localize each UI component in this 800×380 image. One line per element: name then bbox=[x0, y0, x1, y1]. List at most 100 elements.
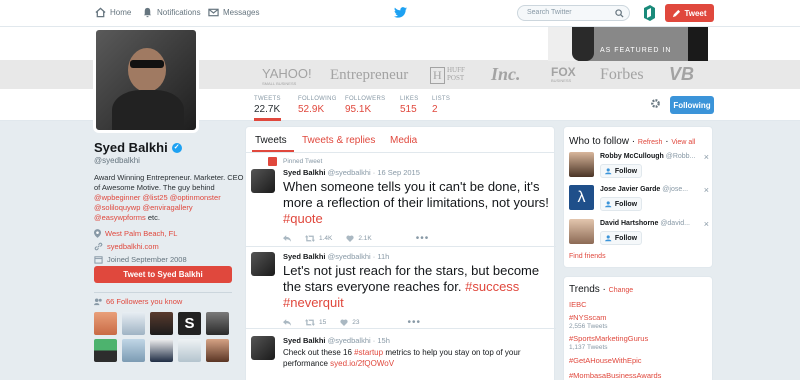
app-logo-icon[interactable] bbox=[643, 5, 656, 21]
stat-likes[interactable]: LIKES 515 bbox=[400, 96, 419, 115]
view-all-link[interactable]: View all bbox=[671, 139, 695, 146]
tab-media[interactable]: Media bbox=[390, 135, 417, 146]
like-button[interactable]: 2.1K bbox=[346, 235, 372, 242]
trend-name: #MombasaBusinessAwards bbox=[569, 371, 662, 380]
trend-name: #GetAHouseWithEpic bbox=[569, 356, 642, 365]
follow-button[interactable]: Follow bbox=[600, 231, 642, 245]
gear-icon[interactable] bbox=[650, 98, 661, 109]
profile-avatar[interactable] bbox=[93, 27, 199, 133]
followers-you-know[interactable]: 66 Followers you know bbox=[94, 297, 182, 306]
compose-icon bbox=[673, 9, 681, 17]
tweet-avatar[interactable] bbox=[251, 336, 275, 360]
stat-followers[interactable]: FOLLOWERS 95.1K bbox=[345, 96, 385, 115]
tweet-author[interactable]: Syed Balkhi bbox=[283, 252, 326, 261]
profile-website: syedbalkhi.com bbox=[94, 241, 244, 252]
stat-lists[interactable]: LISTS 2 bbox=[432, 96, 450, 115]
people-icon bbox=[94, 297, 102, 305]
like-button[interactable]: 23 bbox=[340, 319, 359, 326]
suggestion-handle: @Robb... bbox=[665, 153, 696, 160]
trend-item[interactable]: #NYSscam 2,556 Tweets bbox=[569, 313, 608, 330]
tweet-avatar[interactable] bbox=[251, 169, 275, 193]
add-user-icon bbox=[605, 167, 612, 174]
tweet-to-button[interactable]: Tweet to Syed Balkhi bbox=[94, 266, 232, 283]
inc-logo: Inc. bbox=[491, 64, 521, 84]
follower-avatar[interactable] bbox=[206, 312, 229, 335]
follower-avatar[interactable] bbox=[122, 339, 145, 362]
trends-header: Trends · Change bbox=[569, 284, 634, 295]
tweet-item[interactable]: Syed Balkhi @syedbalkhi · 11h Let's not … bbox=[246, 247, 556, 329]
tweet-link[interactable]: syed.io/2fQOWoV bbox=[330, 359, 394, 368]
follower-avatar[interactable] bbox=[206, 339, 229, 362]
search-icon[interactable] bbox=[615, 9, 624, 18]
tweet-avatar[interactable] bbox=[251, 252, 275, 276]
follower-avatar[interactable] bbox=[94, 312, 117, 335]
retweet-count: 15 bbox=[319, 319, 327, 326]
trend-item[interactable]: IEBC bbox=[569, 300, 587, 309]
tab-tweets-replies[interactable]: Tweets & replies bbox=[302, 135, 375, 146]
tab-tweets[interactable]: Tweets bbox=[255, 135, 287, 146]
tweet-item[interactable]: Syed Balkhi @syedbalkhi · 15h Check out … bbox=[246, 329, 556, 380]
tweet-author[interactable]: Syed Balkhi bbox=[283, 168, 326, 177]
nav-notifications[interactable]: Notifications bbox=[142, 7, 201, 18]
bio-link-easywpforms[interactable]: @easywpforms bbox=[94, 213, 146, 222]
trend-item[interactable]: #SportsMarketingGurus 1,137 Tweets bbox=[569, 334, 648, 351]
fox-business-logo: BUSINESS bbox=[551, 78, 572, 83]
stat-following[interactable]: FOLLOWING 52.9K bbox=[298, 96, 337, 115]
suggestion-avatar[interactable] bbox=[569, 152, 594, 177]
trend-item[interactable]: #GetAHouseWithEpic bbox=[569, 356, 642, 365]
follower-avatar[interactable] bbox=[94, 339, 117, 362]
retweet-button[interactable]: 15 bbox=[305, 319, 326, 326]
suggestion-name[interactable]: Robby McCullough bbox=[600, 153, 664, 160]
reply-button[interactable] bbox=[283, 235, 291, 242]
tweet-hashtag[interactable]: #startup bbox=[354, 348, 383, 357]
tweet-time[interactable]: 15h bbox=[377, 336, 390, 345]
find-friends-link[interactable]: Find friends bbox=[569, 253, 606, 260]
trend-item[interactable]: #MombasaBusinessAwards bbox=[569, 371, 661, 380]
trend-count: 2,556 Tweets bbox=[569, 323, 608, 330]
suggestion-avatar[interactable]: λ bbox=[569, 185, 594, 210]
bio-link-enviragallery[interactable]: @enviragallery bbox=[142, 203, 192, 212]
suggestion-name[interactable]: David Hartshorne bbox=[600, 220, 658, 227]
tweet-author[interactable]: Syed Balkhi bbox=[283, 336, 326, 345]
dismiss-icon[interactable]: × bbox=[704, 152, 709, 162]
tweet-text: When someone tells you it can't be done,… bbox=[283, 179, 553, 227]
tweet-time[interactable]: 16 Sep 2015 bbox=[377, 168, 420, 177]
trend-count: 1,137 Tweets bbox=[569, 344, 608, 351]
trends-change-link[interactable]: Change bbox=[609, 287, 634, 294]
following-button[interactable]: Following bbox=[670, 96, 714, 114]
follower-avatar[interactable] bbox=[178, 339, 201, 362]
reply-button[interactable] bbox=[283, 319, 291, 326]
nav-messages[interactable]: Messages bbox=[208, 7, 259, 18]
who-to-follow-title: Who to follow bbox=[569, 136, 630, 147]
retweet-button[interactable]: 1.4K bbox=[305, 235, 332, 242]
follower-avatar[interactable] bbox=[150, 339, 173, 362]
location-link[interactable]: West Palm Beach, FL bbox=[105, 229, 177, 238]
stat-following-value: 52.9K bbox=[298, 104, 325, 115]
tweet-button[interactable]: Tweet bbox=[665, 4, 714, 22]
dismiss-icon[interactable]: × bbox=[704, 185, 709, 195]
more-icon[interactable]: ••• bbox=[407, 317, 421, 328]
stat-tweets[interactable]: TWEETS 22.7K bbox=[254, 96, 281, 121]
bio-link-list25[interactable]: @list25 bbox=[143, 193, 168, 202]
search-input[interactable]: Search Twitter bbox=[517, 5, 630, 21]
more-icon[interactable]: ••• bbox=[416, 233, 430, 244]
follower-avatar[interactable] bbox=[150, 312, 173, 335]
refresh-link[interactable]: Refresh bbox=[638, 139, 663, 146]
website-link[interactable]: syedbalkhi.com bbox=[107, 242, 159, 251]
twitter-bird-icon[interactable] bbox=[394, 7, 407, 18]
bio-link-optinmonster[interactable]: @optinmonster bbox=[170, 193, 221, 202]
tweet-hashtag[interactable]: #quote bbox=[283, 211, 323, 226]
tweet-time[interactable]: 11h bbox=[377, 252, 389, 261]
profile-name[interactable]: Syed Balkhi bbox=[94, 140, 168, 155]
follow-button[interactable]: Follow bbox=[600, 164, 642, 178]
follower-avatar[interactable]: S bbox=[178, 312, 201, 335]
suggestion-avatar[interactable] bbox=[569, 219, 594, 244]
bio-link-wpbeginner[interactable]: @wpbeginner bbox=[94, 193, 140, 202]
suggestion-name[interactable]: Jose Javier Garde bbox=[600, 186, 660, 193]
tweet-item[interactable]: Pinned Tweet Syed Balkhi @syedbalkhi · 1… bbox=[246, 153, 556, 247]
nav-home[interactable]: Home bbox=[95, 7, 131, 18]
bio-link-soliloquywp[interactable]: @soliloquywp bbox=[94, 203, 140, 212]
follower-avatar[interactable] bbox=[122, 312, 145, 335]
follow-button[interactable]: Follow bbox=[600, 197, 642, 211]
dismiss-icon[interactable]: × bbox=[704, 219, 709, 229]
